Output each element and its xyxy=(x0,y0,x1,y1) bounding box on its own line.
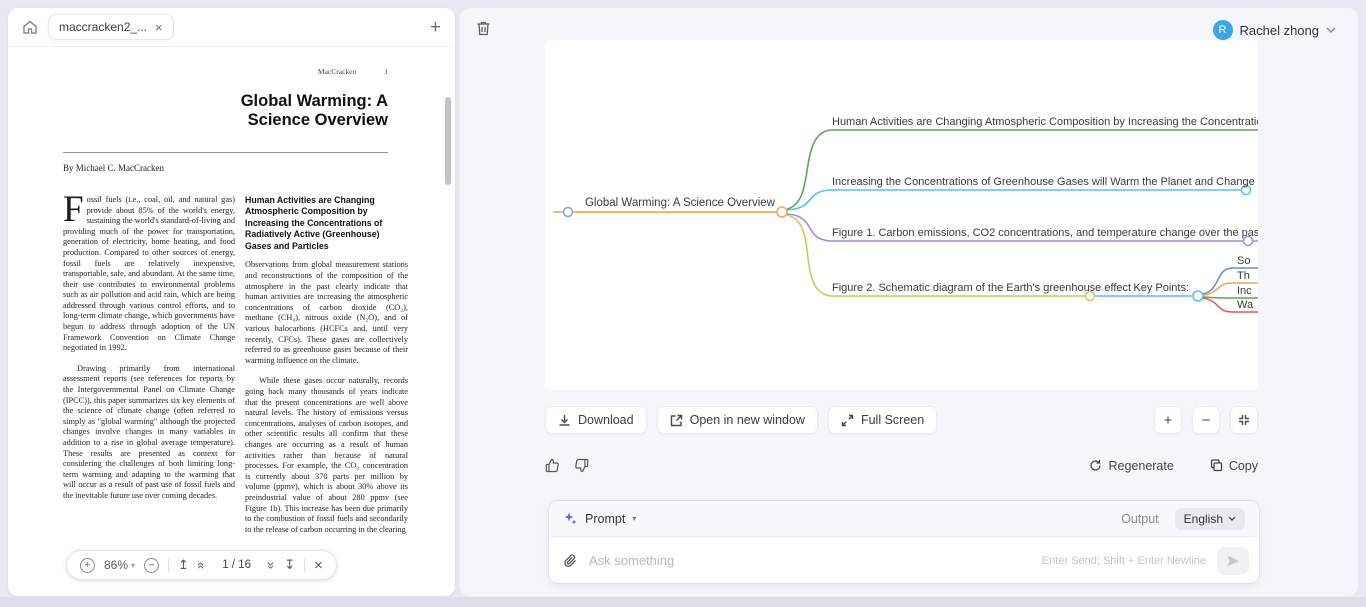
chevron-down-icon xyxy=(1228,516,1236,521)
map-zoom-out-button[interactable]: − xyxy=(1192,406,1220,434)
zoom-level-value: 86% xyxy=(104,558,128,572)
regenerate-button[interactable]: Regenerate xyxy=(1089,459,1173,473)
pdf-page-area: MacCracken 1 Global Warming: A Science O… xyxy=(8,46,455,596)
pdf-viewer-panel: maccracken2_... × + MacCracken 1 Global … xyxy=(8,8,455,596)
mindmap-keypoint-label[interactable]: Inc xyxy=(1237,285,1252,297)
next-pages-icon[interactable]: » xyxy=(264,561,279,568)
previous-pages-icon[interactable]: « xyxy=(194,561,209,568)
root-node[interactable] xyxy=(777,207,787,217)
first-page-icon[interactable]: ↥ xyxy=(178,557,189,573)
language-select[interactable]: English xyxy=(1175,508,1245,530)
paragraph: Observations from global measurement sta… xyxy=(245,260,408,366)
user-menu[interactable]: R Rachel zhong xyxy=(1213,20,1337,40)
document-tab-label: maccracken2_... xyxy=(59,20,147,34)
branch-curve xyxy=(787,130,830,209)
root-left-node[interactable] xyxy=(564,208,573,217)
mindmap-keypoint-label[interactable]: Th xyxy=(1237,270,1250,282)
title-divider xyxy=(63,152,388,153)
pdf-running-head: MacCracken 1 xyxy=(63,67,420,76)
paragraph: ossil fuels (i.e., coal, oil, and natura… xyxy=(63,195,235,352)
user-name: Rachel zhong xyxy=(1240,23,1320,38)
prompt-caret-icon[interactable]: ▾ xyxy=(632,514,636,523)
mindmap-root-label[interactable]: Global Warming: A Science Overview xyxy=(585,197,776,209)
prompt-card: Prompt ▾ Output English Enter Send; Shif… xyxy=(548,500,1260,584)
copy-icon xyxy=(1210,459,1223,472)
prompt-header: Prompt ▾ Output English xyxy=(549,501,1259,537)
thumbs-up-icon[interactable] xyxy=(545,458,560,473)
prompt-label[interactable]: Prompt xyxy=(585,512,625,526)
sparkle-icon xyxy=(563,511,578,526)
mindmap-branch-label[interactable]: Figure 2. Schematic diagram of the Earth… xyxy=(832,282,1131,294)
paragraph: While these gases occur naturally, recor… xyxy=(245,376,408,535)
document-tab[interactable]: maccracken2_... × xyxy=(48,14,174,40)
pdf-column-1: Fossil fuels (i.e., coal, oil, and natur… xyxy=(63,195,235,535)
zoom-level-dropdown[interactable]: 86% ▾ xyxy=(104,558,135,572)
home-icon[interactable] xyxy=(22,19,38,35)
mindmap-actions-row: Download Open in new window Full Screen … xyxy=(545,406,1258,434)
pdf-toolbar: + 86% ▾ − ↥ « 1 / 16 » ↧ × xyxy=(66,550,337,580)
mindmap-branch-label[interactable]: Figure 1. Carbon emissions, CO2 concentr… xyxy=(832,227,1258,239)
download-button[interactable]: Download xyxy=(545,406,647,434)
contract-icon xyxy=(1238,414,1250,426)
feedback-row: Regenerate Copy xyxy=(545,458,1258,473)
pdf-scrollbar[interactable] xyxy=(445,97,451,185)
map-zoom-in-button[interactable]: + xyxy=(1154,406,1182,434)
mindmap-keypoints-label[interactable]: Key Points: xyxy=(1133,282,1189,294)
copy-button[interactable]: Copy xyxy=(1210,459,1258,473)
pdf-byline: By Michael C. MacCracken xyxy=(63,163,420,173)
fit-view-button[interactable] xyxy=(1230,406,1258,434)
page-bottom-strip xyxy=(0,597,1366,607)
trash-icon[interactable] xyxy=(476,20,491,41)
enter-hint: Enter Send; Shift + Enter Newline xyxy=(1042,555,1206,567)
external-link-icon xyxy=(670,414,683,427)
mindmap-chat-panel: R Rachel zhong Global Warming: A Science… xyxy=(460,8,1358,596)
caret-down-icon: ▾ xyxy=(131,561,135,570)
send-button[interactable] xyxy=(1217,547,1249,575)
keypoint-curve xyxy=(1203,297,1258,298)
drop-cap: F xyxy=(63,195,87,224)
fullscreen-icon xyxy=(841,414,854,427)
paragraph: Drawing primarily from international ass… xyxy=(63,364,235,502)
pdf-document-title: Global Warming: A Science Overview xyxy=(63,92,420,130)
pdf-page: MacCracken 1 Global Warming: A Science O… xyxy=(8,47,455,535)
chevron-down-icon xyxy=(1326,27,1336,33)
running-head-page-number: 1 xyxy=(384,67,388,76)
add-tab-button[interactable]: + xyxy=(430,18,441,37)
send-icon xyxy=(1226,554,1240,568)
mindmap-branch-label[interactable]: Increasing the Concentrations of Greenho… xyxy=(832,176,1258,188)
mindmap-keypoint-label[interactable]: So xyxy=(1237,255,1250,267)
mindmap-keypoint-label[interactable]: Wa xyxy=(1237,299,1254,311)
zoom-in-icon[interactable]: + xyxy=(80,558,95,573)
mindmap-branch-label[interactable]: Human Activities are Changing Atmospheri… xyxy=(832,116,1258,128)
pdf-tab-bar: maccracken2_... × + xyxy=(8,8,455,46)
full-screen-button[interactable]: Full Screen xyxy=(828,406,937,434)
avatar: R xyxy=(1213,20,1233,40)
last-page-icon[interactable]: ↧ xyxy=(284,557,295,573)
open-new-window-button[interactable]: Open in new window xyxy=(657,406,818,434)
page-indicator[interactable]: 1 / 16 xyxy=(214,556,259,574)
regenerate-icon xyxy=(1089,459,1102,472)
prompt-input-row: Enter Send; Shift + Enter Newline xyxy=(549,537,1259,584)
ask-input[interactable] xyxy=(589,553,1031,568)
mindmap-canvas[interactable]: Global Warming: A Science Overview Human… xyxy=(545,40,1258,390)
close-toolbar-icon[interactable]: × xyxy=(314,557,323,574)
download-icon xyxy=(558,414,571,427)
section-heading: Human Activities are Changing Atmospheri… xyxy=(245,195,408,253)
keypoints-node[interactable] xyxy=(1193,291,1203,301)
running-head-author: MacCracken xyxy=(318,67,356,76)
pdf-column-2: Human Activities are Changing Atmospheri… xyxy=(245,195,420,535)
zoom-out-icon[interactable]: − xyxy=(144,558,159,573)
toolbar-divider xyxy=(304,559,305,572)
tab-close-icon[interactable]: × xyxy=(155,21,163,34)
thumbs-down-icon[interactable] xyxy=(574,458,589,473)
toolbar-divider xyxy=(168,559,169,572)
output-label: Output xyxy=(1121,512,1159,526)
attachment-icon[interactable] xyxy=(563,553,578,569)
